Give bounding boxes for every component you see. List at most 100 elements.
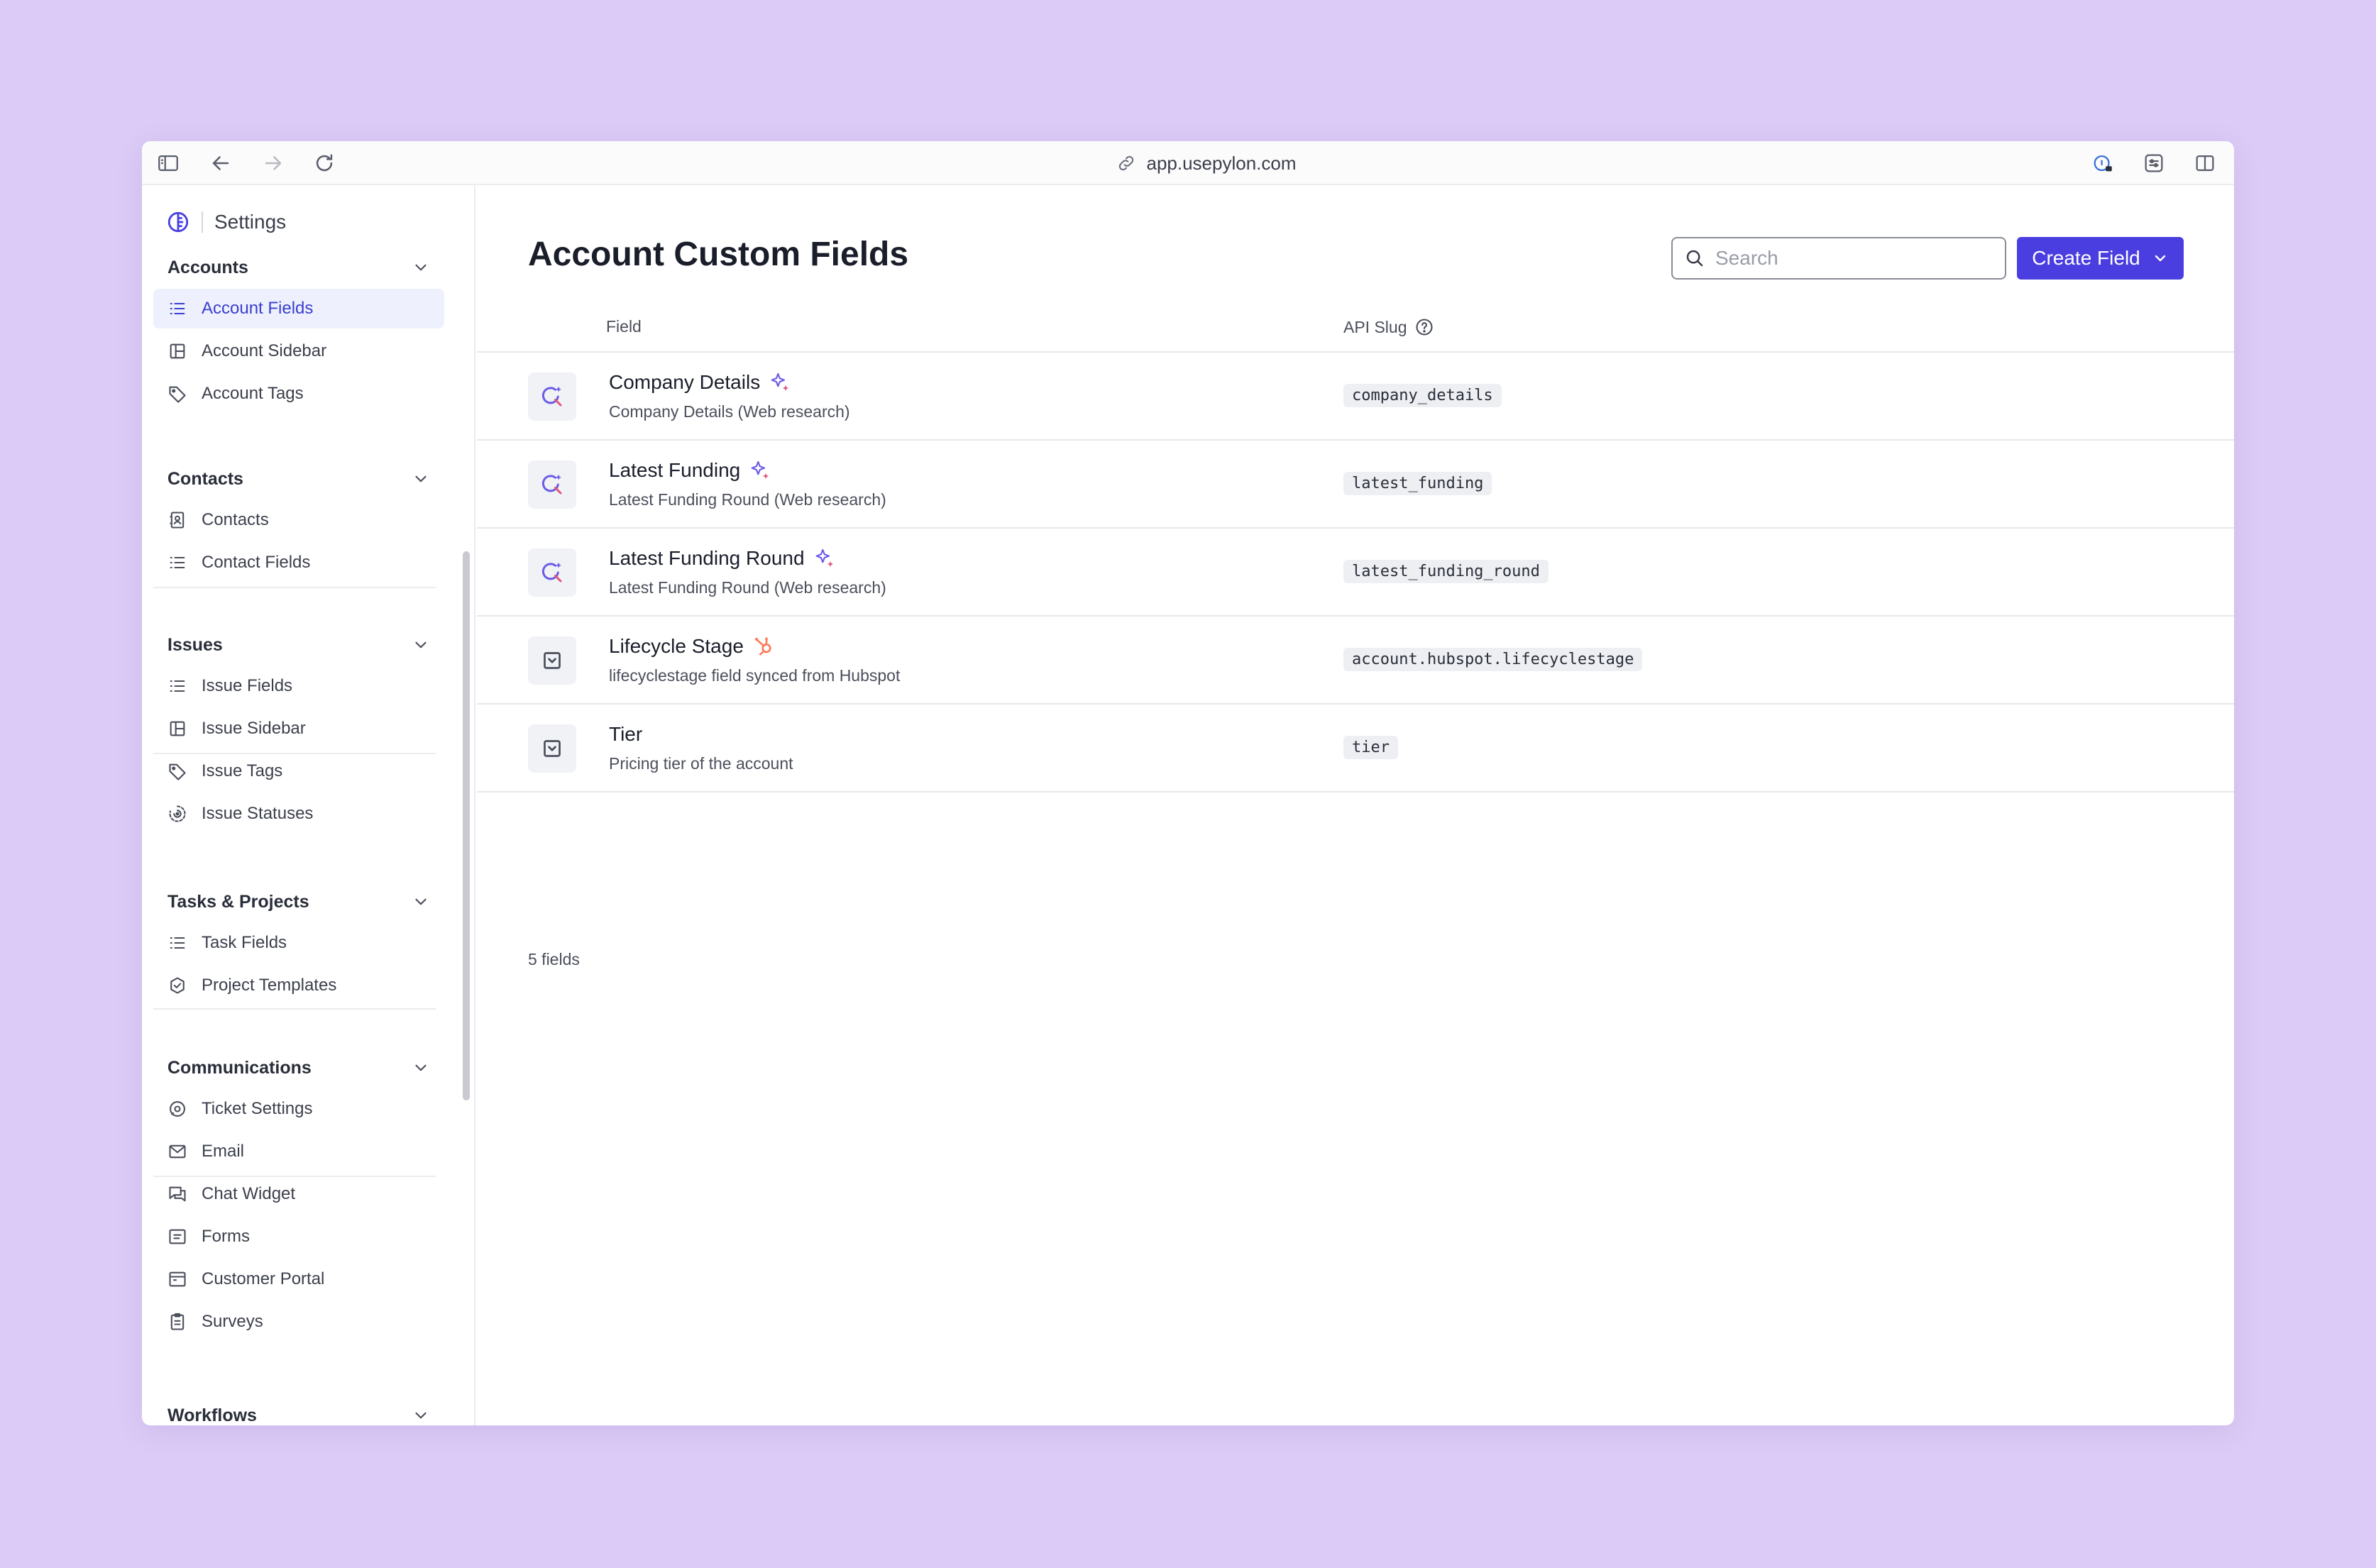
web-research-icon: [541, 386, 562, 407]
url-text: app.usepylon.com: [1146, 152, 1297, 174]
field-description: Pricing tier of the account: [609, 754, 793, 773]
field-count: 5 fields: [528, 950, 580, 968]
search-icon: [1686, 250, 1703, 267]
sidebar-item-label: Chat Widget: [202, 1184, 296, 1203]
api-slug: company_details: [1343, 384, 1502, 407]
sidebar-item-issue-sidebar[interactable]: Issue Sidebar: [153, 709, 444, 749]
sidebar-item-ticket-settings[interactable]: Ticket Settings: [153, 1089, 444, 1129]
sidebar-section-issues: Issues Issue Fields Issue Sidebar Issue …: [153, 626, 444, 837]
pylon-logo-icon: [167, 211, 189, 233]
field-name: Company Details: [609, 371, 791, 394]
settings-sidebar: Settings Accounts Account Fields Account…: [142, 185, 475, 1425]
section-toggle-tasks-projects[interactable]: Tasks & Projects: [153, 883, 444, 920]
password-manager-icon[interactable]: [2091, 151, 2115, 175]
table-row[interactable]: Lifecycle Stage lifecyclestage field syn…: [477, 617, 2234, 705]
column-header-api-slug: API Slug: [1343, 317, 1434, 337]
sidebar-item-label: Account Fields: [202, 299, 314, 318]
table-row[interactable]: Latest Funding Latest Funding Round (Web…: [477, 441, 2234, 529]
sidebar-item-email[interactable]: Email: [153, 1132, 444, 1171]
sidebar-section-workflows: Workflows: [153, 1397, 444, 1425]
search-box[interactable]: [1671, 237, 2006, 280]
help-circle-icon[interactable]: [1414, 317, 1434, 337]
sidebar-header: Settings: [166, 208, 286, 236]
sidebar-item-label: Ticket Settings: [202, 1099, 313, 1118]
browser-toolbar: app.usepylon.com: [142, 141, 2234, 185]
extensions-icon[interactable]: [2142, 151, 2166, 175]
sidebar-item-contacts[interactable]: Contacts: [153, 500, 444, 540]
sidebar-item-surveys[interactable]: Surveys: [153, 1302, 444, 1342]
sparkle-icon: [751, 460, 769, 479]
sidebar-item-label: Issue Fields: [202, 676, 293, 695]
field-name: Lifecycle Stage: [609, 635, 775, 658]
field-description: Latest Funding Round (Web research): [609, 578, 886, 597]
sidebar-item-issue-statuses[interactable]: Issue Statuses: [153, 794, 444, 834]
sidebar-item-chat-widget[interactable]: Chat Widget: [153, 1174, 444, 1214]
split-view-icon[interactable]: [2193, 151, 2217, 175]
table-header: Field API Slug: [477, 300, 2234, 353]
api-slug: account.hubspot.lifecyclestage: [1343, 648, 1643, 671]
select-icon: [544, 740, 561, 757]
layout-icon: [170, 721, 185, 736]
search-input[interactable]: [1715, 247, 1993, 270]
section-toggle-workflows[interactable]: Workflows: [153, 1397, 444, 1425]
web-research-icon: [541, 562, 562, 583]
back-arrow-icon[interactable]: [209, 151, 233, 175]
api-slug: latest_funding: [1343, 472, 1492, 495]
create-field-label: Create Field: [2032, 247, 2140, 269]
section-toggle-issues[interactable]: Issues: [153, 626, 444, 663]
sidebar-item-customer-portal[interactable]: Customer Portal: [153, 1259, 444, 1299]
field-type-badge: [528, 724, 576, 773]
section-toggle-contacts[interactable]: Contacts: [153, 460, 444, 497]
sidebar-item-label: Contacts: [202, 510, 269, 529]
section-toggle-accounts[interactable]: Accounts: [153, 249, 444, 286]
badge-check-icon: [170, 977, 185, 994]
sidebar-toggle-icon[interactable]: [156, 151, 180, 175]
field-description: Latest Funding Round (Web research): [609, 490, 886, 509]
address-bar[interactable]: app.usepylon.com: [1065, 150, 1348, 176]
list-icon: [170, 937, 185, 949]
field-type-badge: [528, 460, 576, 509]
forward-arrow-icon[interactable]: [261, 151, 285, 175]
sidebar-item-contact-fields[interactable]: Contact Fields: [153, 543, 444, 583]
column-header-field: Field: [606, 317, 642, 336]
sidebar-item-label: Account Tags: [202, 384, 304, 403]
sidebar-item-label: Customer Portal: [202, 1269, 325, 1288]
field-description: Company Details (Web research): [609, 402, 850, 421]
sidebar-item-issue-tags[interactable]: Issue Tags: [153, 751, 444, 791]
sidebar-item-label: Email: [202, 1142, 245, 1161]
sidebar-section-tasks-projects: Tasks & Projects Task Fields Project Tem…: [153, 883, 444, 1008]
sidebar-item-label: Surveys: [202, 1312, 263, 1331]
table-row[interactable]: Company Details Company Details (Web res…: [477, 353, 2234, 441]
api-slug: tier: [1343, 736, 1398, 759]
ticket-settings-icon: [170, 1101, 185, 1117]
link-icon: [1119, 155, 1134, 171]
section-toggle-communications[interactable]: Communications: [153, 1049, 444, 1086]
chevron-down-icon: [415, 1064, 427, 1071]
reload-icon[interactable]: [312, 151, 336, 175]
web-research-icon: [541, 474, 562, 495]
table-row[interactable]: Tier Pricing tier of the account tier: [477, 705, 2234, 793]
sidebar-section-communications: Communications Ticket Settings Email Cha…: [153, 1049, 444, 1345]
sidebar-item-task-fields[interactable]: Task Fields: [153, 923, 444, 963]
sidebar-item-issue-fields[interactable]: Issue Fields: [153, 666, 444, 706]
chevron-down-icon: [415, 641, 427, 648]
sidebar-item-account-fields[interactable]: Account Fields: [153, 289, 444, 328]
layout-icon: [170, 343, 185, 359]
field-name: Latest Funding: [609, 459, 771, 482]
sidebar-item-label: Project Templates: [202, 976, 337, 995]
browser-window: app.usepylon.com Settings Accounts Accou…: [142, 141, 2234, 1425]
main-content: Account Custom Fields Create Field Field…: [477, 185, 2234, 1425]
sidebar-item-account-tags[interactable]: Account Tags: [153, 374, 444, 414]
field-name: Latest Funding Round: [609, 547, 836, 570]
sidebar-item-forms[interactable]: Forms: [153, 1217, 444, 1257]
table-row[interactable]: Latest Funding Round Latest Funding Roun…: [477, 529, 2234, 617]
create-field-button[interactable]: Create Field: [2017, 237, 2184, 280]
sidebar-scrollbar[interactable]: [463, 551, 470, 1100]
form-icon: [169, 1229, 186, 1244]
sidebar-item-label: Issue Tags: [202, 761, 283, 780]
sidebar-item-label: Issue Sidebar: [202, 719, 306, 738]
list-icon: [170, 556, 185, 569]
field-type-badge: [528, 372, 576, 421]
sidebar-item-account-sidebar[interactable]: Account Sidebar: [153, 331, 444, 371]
sidebar-item-project-templates[interactable]: Project Templates: [153, 966, 444, 1005]
